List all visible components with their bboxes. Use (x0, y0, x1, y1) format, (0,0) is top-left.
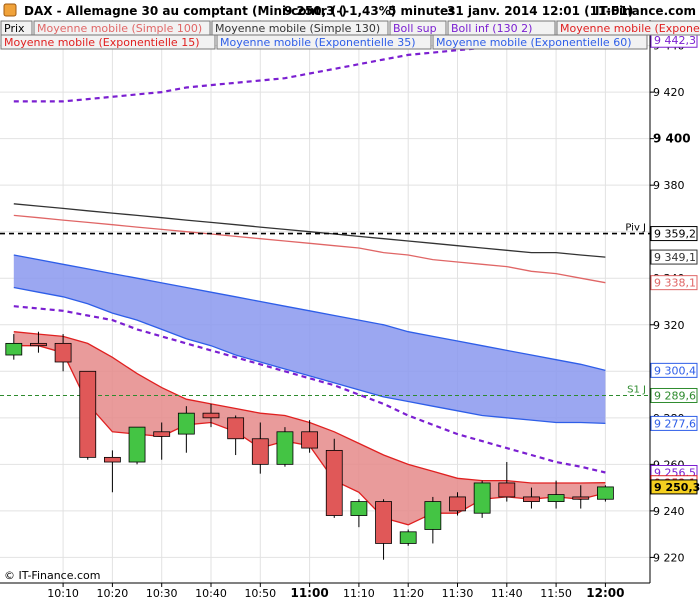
legend-item-label: Moyenne mobile (Exponentielle 60) (436, 36, 632, 49)
value-label: 9 442,3 (654, 34, 696, 47)
x-tick-label: 11:00 (290, 586, 328, 600)
value-label: 9 338,1 (654, 277, 696, 290)
legend-item-label: Moyenne mobile (Exponentielle 15) (4, 36, 200, 49)
candle-body-down (79, 370, 97, 458)
title-bar: DAX - Allemagne 30 au comptant (Mini-con… (0, 0, 700, 20)
candle-body-down (251, 438, 269, 465)
x-tick-label: 12:00 (586, 586, 624, 600)
value-label: 9 359,2 (654, 228, 696, 241)
candle (597, 485, 614, 502)
candle (325, 438, 343, 518)
y-axis: 9 2209 2409 2609 2809 3009 3209 3409 360… (649, 20, 700, 583)
candle-body-up (128, 426, 146, 463)
candle-body-up (597, 486, 614, 500)
legend-item-label: Moyenne mobile (Simple 130) (215, 22, 380, 35)
dax-candlestick-chart: DAX - Allemagne 30 au comptant (Mini-con… (0, 0, 700, 600)
x-tick-label: 11:40 (491, 587, 523, 600)
candle-body-down (523, 496, 540, 502)
legend-item-label: Boll sup (393, 22, 437, 35)
x-tick-label: 10:30 (146, 587, 178, 600)
candle-body-up (547, 494, 565, 502)
candle-body-up (177, 412, 195, 435)
x-tick-label: 11:20 (392, 587, 424, 600)
app-logo-icon (3, 3, 17, 17)
candle-body-up (350, 501, 368, 516)
title-interval: 5 minutes (388, 4, 455, 18)
y-tick-label: 9 380 (653, 179, 685, 192)
candle-body-down (498, 482, 516, 498)
value-label: 9 277,6 (654, 417, 696, 430)
title-price: 9 250,3 (-1,43%) (284, 4, 396, 18)
y-tick-label: 9 240 (653, 505, 685, 518)
candle-body-down (54, 342, 72, 363)
legend-item-label: Prix (4, 22, 25, 35)
x-axis: 10:10 10:20 10:30 10:40 10:50 11:00 11:10 11:20… (0, 582, 700, 600)
x-tick-label: 11:30 (442, 587, 474, 600)
y-tick-label: 9 320 (653, 319, 685, 332)
candle-body-down (227, 417, 245, 440)
candle-body-down (375, 501, 392, 544)
candle-body-down (153, 431, 171, 437)
y-tick-label: 9 400 (653, 132, 691, 146)
y-tick-label: 9 420 (653, 86, 685, 99)
legend: Prix Moyenne mobile (Simple 100) Moyenne m… (0, 20, 700, 50)
level-label-pivot: Piv J (625, 223, 646, 234)
x-tick-label: 10:40 (195, 587, 227, 600)
watermark: © IT-Finance.com (4, 569, 101, 582)
x-tick-label: 11:50 (540, 587, 572, 600)
candle-body-up (276, 431, 294, 465)
legend-item-label: Moyenne mobile (Simple 100) (37, 22, 202, 35)
x-tick-label: 10:20 (97, 587, 129, 600)
value-label: 9 250,3 (654, 481, 700, 494)
candle-body-down (572, 496, 590, 500)
candle (473, 480, 491, 518)
y-tick-label: 9 220 (653, 551, 685, 564)
candle (399, 529, 417, 546)
candle (79, 370, 97, 460)
candle-body-up (399, 531, 417, 544)
candle-body-down (30, 342, 47, 347)
value-label: 9 300,4 (654, 364, 696, 377)
value-label: 9 289,6 (654, 389, 696, 402)
candle-body-down (325, 449, 343, 516)
chart-container: DAX - Allemagne 30 au comptant (Mini-con… (0, 0, 700, 600)
legend-item-label: Moyenne mobile (Exponentielle 35) (220, 36, 416, 49)
candle-body-down (449, 496, 466, 512)
y-axis-bg (650, 20, 700, 583)
level-label-support: S1 J (627, 384, 646, 395)
candle-body-up (5, 342, 23, 356)
candle-body-down (104, 456, 121, 463)
value-label: 9 349,1 (654, 251, 696, 264)
candle-body-up (473, 482, 491, 514)
legend-item-label: Boll inf (130 2) (451, 22, 532, 35)
candle-body-up (424, 501, 442, 530)
x-tick-label: 10:50 (244, 587, 276, 600)
candle-body-down (301, 431, 319, 449)
x-tick-label: 11:10 (343, 587, 375, 600)
candle (276, 427, 294, 467)
legend-item-label: Moyenne mobile (Exponentielle 3) (560, 22, 700, 35)
candle-body-down (202, 412, 220, 419)
candle (128, 426, 146, 465)
title-brand: IT-Finance.com (595, 4, 696, 18)
x-tick-label: 10:10 (47, 587, 79, 600)
